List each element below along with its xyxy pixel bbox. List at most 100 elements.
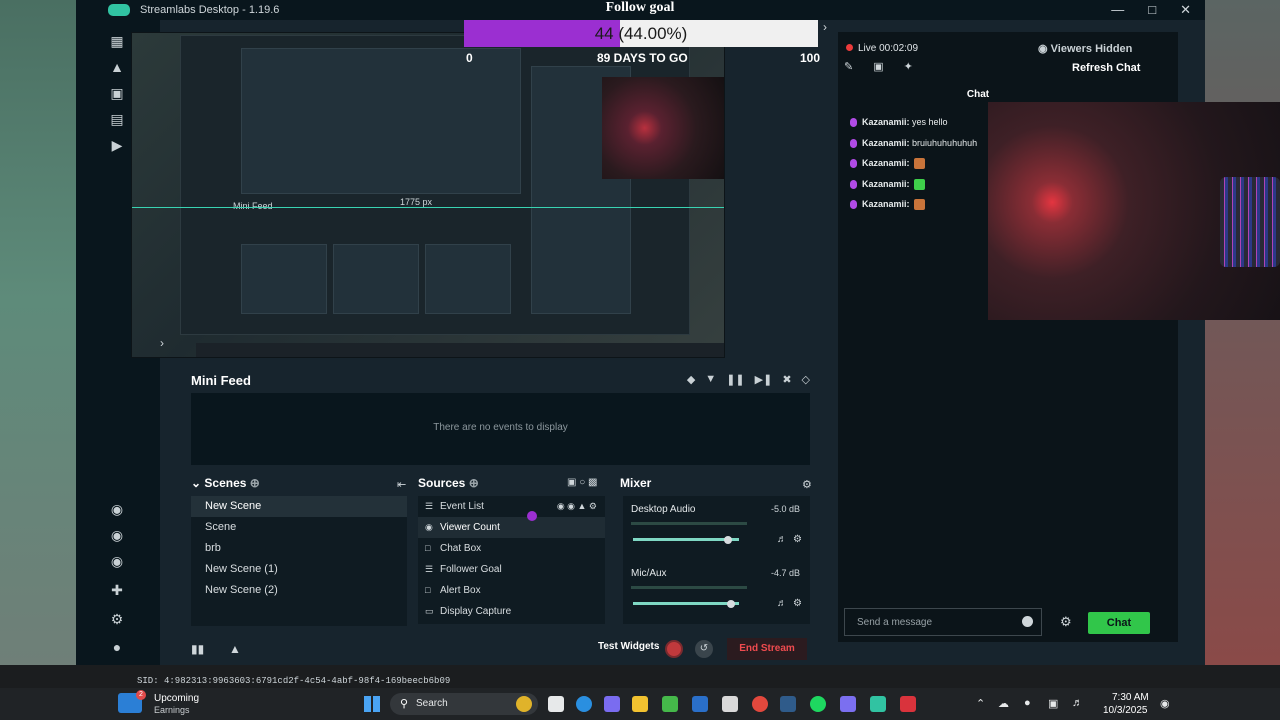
xbox-icon[interactable] <box>662 696 678 712</box>
stream-preview[interactable]: Mini Feed 1775 px <box>131 32 725 358</box>
source-item[interactable]: ☰ Follower Goal <box>418 559 605 580</box>
webcam-source[interactable] <box>602 77 724 179</box>
gear-icon[interactable]: ⚙ <box>793 598 802 609</box>
test-widgets-button[interactable]: Test Widgets <box>598 641 659 652</box>
popout-icon[interactable]: ◇ <box>802 373 810 386</box>
viewers-toggle[interactable]: ◉ Viewers Hidden <box>1038 42 1132 55</box>
search-icon: ⚲ <box>400 698 409 710</box>
chrome-icon[interactable] <box>752 696 768 712</box>
performance-icon[interactable]: ▮▮ <box>191 642 204 656</box>
record-button[interactable] <box>665 640 683 658</box>
minimize-icon[interactable]: — <box>1111 2 1124 18</box>
share-icon[interactable]: ✦ <box>904 60 913 73</box>
scene-item[interactable]: New Scene (1) <box>191 559 407 580</box>
discord-icon[interactable] <box>840 696 856 712</box>
app-icon[interactable] <box>692 696 708 712</box>
send-chat-button[interactable]: Chat <box>1088 612 1150 634</box>
nested-taskbar <box>196 343 724 357</box>
help-icon[interactable]: ◉ <box>106 554 128 568</box>
apps-icon[interactable]: ◉ <box>106 502 128 516</box>
follow-goal-days-left: 89 DAYS TO GO <box>597 51 688 65</box>
mini-feed-body: There are no events to display <box>191 393 810 465</box>
expand-left-icon[interactable]: › <box>160 336 164 350</box>
emote-icon <box>913 158 925 170</box>
highlighter-icon[interactable]: ◉ <box>106 528 128 542</box>
copilot-icon[interactable] <box>604 696 620 712</box>
scene-item[interactable]: brb <box>191 538 407 559</box>
editor-icon[interactable]: ▦ <box>106 34 128 48</box>
chat-settings-icon[interactable]: ⚙ <box>1060 614 1072 630</box>
layout-icon[interactable]: ▤ <box>106 112 128 126</box>
source-item[interactable]: □ Chat Box <box>418 538 605 559</box>
clock-date[interactable]: 10/3/2025 <box>1103 705 1148 716</box>
studio-mode-icon[interactable]: ✚ <box>106 583 128 597</box>
steam-icon[interactable] <box>780 696 796 712</box>
clock-time[interactable]: 7:30 AM <box>1112 692 1149 703</box>
skip-icon[interactable]: ▶❚ <box>755 373 773 386</box>
expand-right-icon[interactable]: › <box>823 20 827 34</box>
windows-start-icon[interactable] <box>364 696 380 712</box>
volume-slider[interactable] <box>633 538 739 541</box>
scene-item[interactable]: New Scene (2) <box>191 580 407 601</box>
source-actions-icon[interactable]: ◉ ◉ ▲ ⚙ <box>557 496 597 517</box>
recordings-icon[interactable]: ▶ <box>106 138 128 152</box>
scene-transition-icon[interactable]: ⇤ <box>397 478 406 491</box>
notifications-icon[interactable]: ◉ <box>1160 697 1170 710</box>
close-icon[interactable]: ✕ <box>1180 2 1191 18</box>
profile-icon[interactable]: ● <box>106 640 128 654</box>
settings-icon[interactable]: ⚙ <box>106 612 128 626</box>
sources-list: ☰ Event List ◉ ◉ ▲ ⚙ ◉ Viewer Count □ Chat B… <box>418 496 605 624</box>
edit-icon[interactable]: ✎ <box>844 60 853 73</box>
source-label: Event List <box>440 501 484 512</box>
themes-icon[interactable]: ▲ <box>106 60 128 74</box>
scene-item[interactable]: Scene <box>191 517 407 538</box>
task-view-icon[interactable] <box>548 696 564 712</box>
volume-knob[interactable] <box>726 600 735 608</box>
viewers-label: Viewers Hidden <box>1050 43 1133 55</box>
chevron-up-icon[interactable]: ⌃ <box>976 697 985 710</box>
speaker-icon[interactable]: ♬ <box>777 598 787 609</box>
stream-id: SID: 4:982313:9963603:6791cd2f-4c54-4abf… <box>137 676 451 686</box>
source-item[interactable]: ◉ Viewer Count <box>418 517 605 538</box>
emoji-icon[interactable] <box>1022 616 1033 627</box>
audio-meter <box>631 522 747 525</box>
live-dot-icon <box>846 44 853 51</box>
volume-slider[interactable] <box>633 602 739 605</box>
file-explorer-icon[interactable] <box>632 696 648 712</box>
app-icon[interactable] <box>900 696 916 712</box>
store-app-icon[interactable] <box>722 696 738 712</box>
taskbar-search[interactable]: ⚲ Search <box>390 693 538 715</box>
shield-icon[interactable]: ◆ <box>687 373 695 386</box>
maximize-icon[interactable]: □ <box>1148 2 1156 18</box>
nested-mixer <box>425 244 511 314</box>
source-item[interactable]: ▭ Display Capture <box>418 601 605 622</box>
source-item[interactable]: ☰ Event List ◉ ◉ ▲ ⚙ <box>418 496 605 517</box>
volume-icon[interactable]: ♬ <box>1072 697 1083 709</box>
pause-icon[interactable]: ❚❚ <box>726 373 744 386</box>
cloud-icon[interactable]: ☁ <box>998 697 1009 710</box>
camera-icon[interactable]: ▣ <box>873 60 883 73</box>
scene-item[interactable]: New Scene <box>191 496 407 517</box>
edge-icon[interactable] <box>576 696 592 712</box>
refresh-chat-button[interactable]: Refresh Chat <box>1072 62 1140 74</box>
list-icon: ☰ <box>425 564 434 574</box>
source-item[interactable]: □ Alert Box <box>418 580 605 601</box>
source-group-icon[interactable]: ▣ ○ ▩ <box>567 477 598 488</box>
mic-icon[interactable]: ● <box>1024 697 1031 709</box>
mixer-channel-db: -5.0 dB <box>770 504 800 514</box>
end-stream-button[interactable]: End Stream <box>727 638 807 660</box>
chat-username: Kazanamii: <box>862 117 910 127</box>
filter-icon[interactable]: ▼ <box>705 373 716 386</box>
mute-icon[interactable]: ✖ <box>782 373 791 386</box>
store-icon[interactable]: ▣ <box>106 86 128 100</box>
network-icon[interactable]: ▣ <box>1048 697 1058 710</box>
gear-icon[interactable]: ⚙ <box>793 534 802 545</box>
speaker-icon[interactable]: ♬ <box>777 534 787 545</box>
chat-input[interactable]: Send a message <box>844 608 1042 636</box>
mixer-settings-icon[interactable]: ⚙ <box>802 478 812 491</box>
spotify-icon[interactable] <box>810 696 826 712</box>
volume-knob[interactable] <box>724 536 733 544</box>
replay-buffer-icon[interactable]: ↺ <box>695 640 713 658</box>
streamlabs-taskbar-icon[interactable] <box>870 696 886 712</box>
notification-bell-icon[interactable]: ▲ <box>229 642 241 656</box>
